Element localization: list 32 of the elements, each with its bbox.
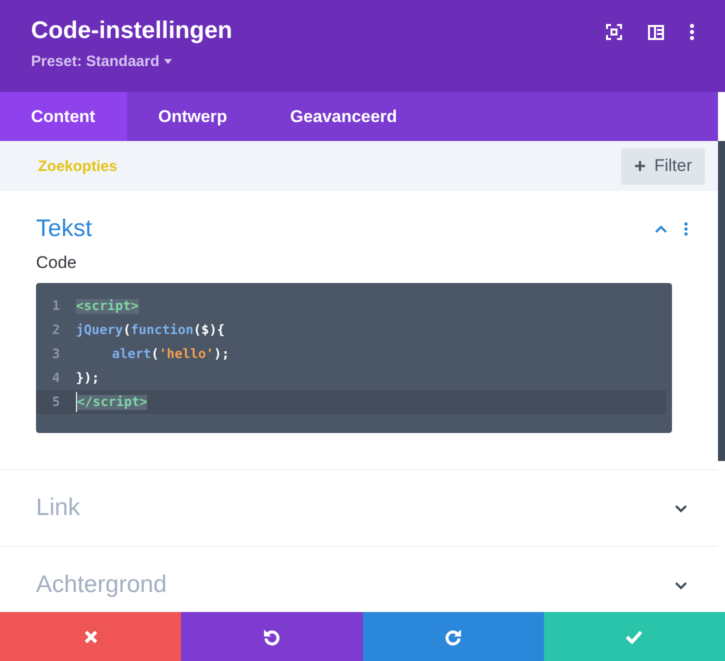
section-title[interactable]: Tekst (36, 215, 92, 243)
more-icon[interactable] (690, 24, 694, 40)
redo-icon (444, 628, 462, 646)
field-label: Code (36, 253, 78, 273)
panel-title: Code-instellingen (31, 17, 232, 45)
chevron-up-icon[interactable] (654, 224, 668, 234)
code-line: }); (76, 370, 100, 386)
sidebar-layout-icon[interactable] (648, 24, 664, 40)
checkmark-icon (625, 630, 644, 644)
line-number: 2 (51, 322, 61, 338)
preset-dropdown[interactable]: Preset: Standaard (31, 53, 172, 70)
more-icon[interactable] (684, 222, 688, 236)
code-editor[interactable]: 1 <script> 2 jQuery(function($){ 3 alert('hello'); 4 }); 5 </script> (36, 283, 672, 433)
focus-icon[interactable] (606, 24, 622, 40)
close-icon (84, 630, 98, 644)
line-number: 4 (51, 370, 61, 386)
line-number: 3 (51, 346, 61, 362)
scrollbar-thumb[interactable] (718, 141, 725, 461)
line-number: 1 (51, 298, 61, 314)
tab[interactable]: Content (0, 92, 128, 141)
caret-icon (164, 59, 172, 64)
tab[interactable]: Geavanceerd (259, 92, 429, 141)
chevron-down-icon[interactable] (674, 504, 688, 512)
plus-icon (634, 160, 646, 172)
undo-icon (262, 628, 281, 646)
code-line: alert('hello'); (111, 346, 230, 362)
code-line: jQuery(function($){ (76, 322, 225, 338)
search-field[interactable]: Zoekopties (36, 156, 240, 176)
filter-button[interactable]: Filter (621, 148, 705, 184)
tab[interactable]: Ontwerp (127, 92, 260, 141)
chevron-down-icon[interactable] (674, 580, 688, 590)
line-number: 5 (51, 394, 61, 410)
